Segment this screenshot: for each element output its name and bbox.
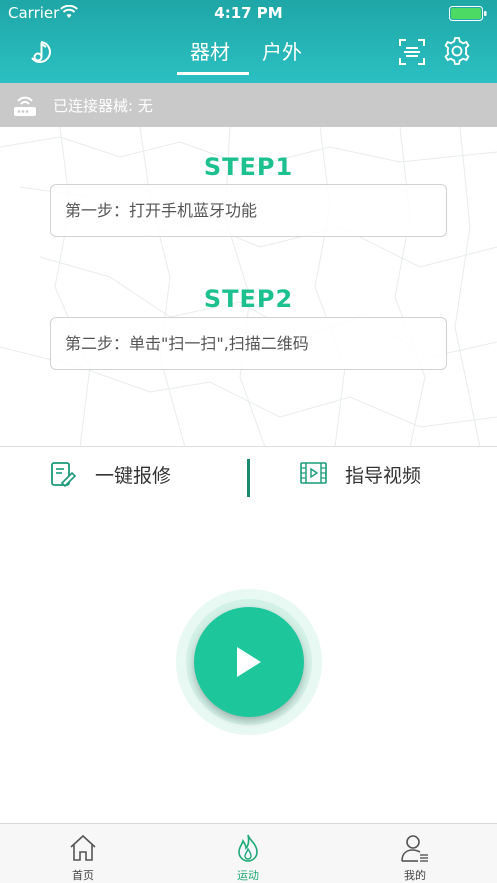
step1-instruction: 第一步：打开手机蓝牙功能: [50, 184, 447, 237]
play-icon: [237, 647, 261, 677]
gear-icon[interactable]: [442, 36, 472, 66]
home-icon: [70, 834, 96, 861]
action-row: 一键报修 指导视频: [0, 447, 497, 502]
device-status-bar: 已连接器械: 无: [0, 83, 497, 127]
tab-home[interactable]: 首页: [33, 824, 133, 883]
flame-icon: [238, 834, 258, 862]
tab-outdoor[interactable]: 户外: [262, 38, 302, 68]
tab-mine-label: 我的: [404, 869, 426, 882]
header: Carrier 4:17 PM 器材 户外: [0, 0, 497, 83]
battery-icon: [449, 6, 487, 21]
repair-button[interactable]: 一键报修: [95, 461, 171, 488]
connected-device-label: 已连接器械: 无: [53, 97, 153, 115]
bottom-tab-bar: 首页 运动 我的: [0, 823, 497, 883]
step2-title: STEP2: [203, 285, 294, 313]
user-icon: [401, 835, 428, 862]
play-button[interactable]: [194, 607, 304, 717]
scan-icon[interactable]: [398, 38, 426, 66]
guide-video-button[interactable]: 指导视频: [345, 461, 421, 488]
action-divider: [247, 459, 250, 497]
tab-sport[interactable]: 运动: [198, 824, 298, 883]
status-bar: Carrier 4:17 PM: [0, 0, 497, 26]
top-nav: 器材 户外: [0, 26, 497, 83]
music-note-icon[interactable]: [28, 38, 54, 66]
steps-area: STEP1 第一步：打开手机蓝牙功能 STEP2 第二步：单击"扫一扫",扫描二…: [0, 127, 497, 447]
step1-title: STEP1: [203, 153, 294, 181]
repair-icon[interactable]: [50, 461, 76, 487]
tab-sport-label: 运动: [237, 869, 259, 882]
router-icon: [14, 96, 36, 116]
tab-home-label: 首页: [72, 869, 94, 882]
tab-active-indicator: [177, 72, 249, 75]
tab-equipment[interactable]: 器材: [190, 38, 230, 68]
tab-mine[interactable]: 我的: [365, 824, 465, 883]
status-time: 4:17 PM: [214, 4, 283, 22]
video-icon[interactable]: [300, 462, 327, 484]
step2-instruction: 第二步：单击"扫一扫",扫描二维码: [50, 317, 447, 370]
